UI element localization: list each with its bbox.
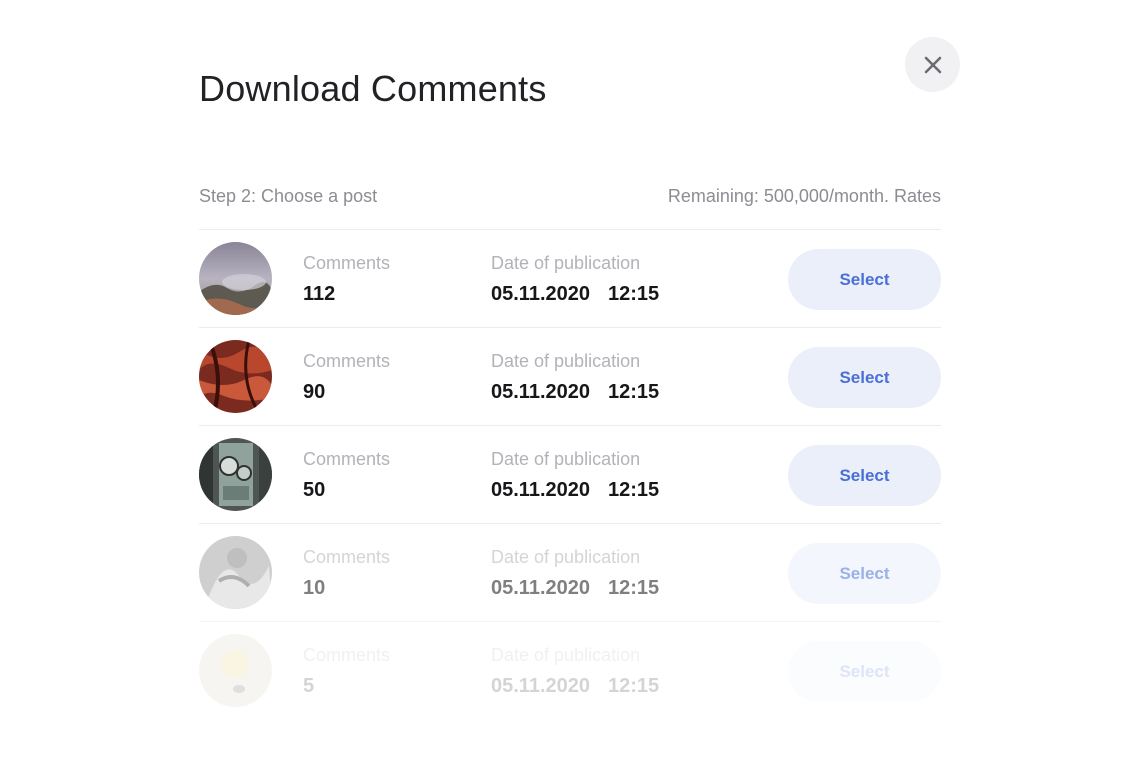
select-post-button[interactable]: Select: [788, 641, 941, 702]
publication-time: 12:15: [608, 381, 659, 403]
comments-label: Comments: [303, 252, 390, 274]
comments-label: Comments: [303, 448, 390, 470]
comments-label: Comments: [303, 350, 390, 372]
comments-count: 5: [303, 674, 390, 698]
post-row: Comments 5 Date of publication 05.11.202…: [199, 622, 941, 719]
publication-time: 12:15: [608, 577, 659, 599]
publication-time: 12:15: [608, 479, 659, 501]
post-row: Comments 50 Date of publication 05.11.20…: [199, 426, 941, 524]
comments-label: Comments: [303, 546, 390, 568]
comments-count: 90: [303, 380, 390, 404]
date-label: Date of publication: [491, 448, 659, 470]
close-button[interactable]: [905, 37, 960, 92]
step-label: Step 2: Choose a post: [199, 186, 377, 207]
close-icon: [923, 55, 943, 75]
post-thumbnail: [199, 340, 272, 413]
select-post-button[interactable]: Select: [788, 347, 941, 408]
publication-date: 05.11.2020: [491, 675, 590, 697]
comments-count: 10: [303, 576, 390, 600]
dialog-title: Download Comments: [199, 68, 547, 110]
post-thumbnail: [199, 438, 272, 511]
download-comments-dialog: Download Comments Step 2: Choose a post …: [0, 0, 1140, 760]
post-thumbnail: [199, 242, 272, 315]
publication-date: 05.11.2020: [491, 283, 590, 305]
publication-date: 05.11.2020: [491, 479, 590, 501]
comments-count: 112: [303, 282, 390, 306]
comments-count: 50: [303, 478, 390, 502]
comments-label: Comments: [303, 644, 390, 666]
post-list: Comments 112 Date of publication 05.11.2…: [199, 229, 941, 719]
post-row: Comments 90 Date of publication 05.11.20…: [199, 328, 941, 426]
remaining-quota: Remaining: 500,000/month. Rates: [668, 186, 941, 207]
post-row: Comments 10 Date of publication 05.11.20…: [199, 524, 941, 622]
publication-time: 12:15: [608, 675, 659, 697]
select-post-button[interactable]: Select: [788, 249, 941, 310]
publication-date: 05.11.2020: [491, 577, 590, 599]
select-post-button[interactable]: Select: [788, 543, 941, 604]
post-thumbnail: [199, 634, 272, 707]
date-label: Date of publication: [491, 252, 659, 274]
publication-time: 12:15: [608, 283, 659, 305]
post-row: Comments 112 Date of publication 05.11.2…: [199, 230, 941, 328]
post-thumbnail: [199, 536, 272, 609]
date-label: Date of publication: [491, 546, 659, 568]
publication-date: 05.11.2020: [491, 381, 590, 403]
date-label: Date of publication: [491, 350, 659, 372]
date-label: Date of publication: [491, 644, 659, 666]
select-post-button[interactable]: Select: [788, 445, 941, 506]
